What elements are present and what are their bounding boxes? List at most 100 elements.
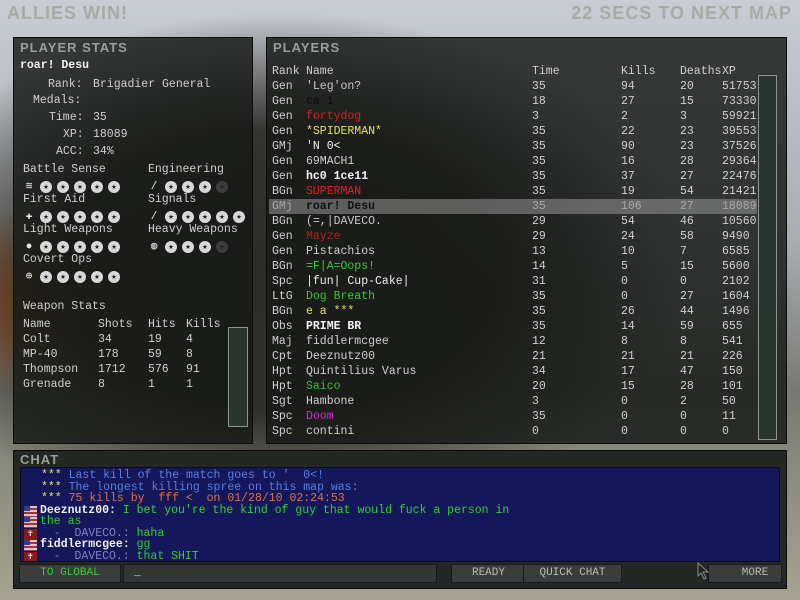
- table-row[interactable]: Obs PRIME BR 35 14 59 655: [269, 319, 757, 334]
- weapon-col-header: Name: [23, 318, 51, 331]
- axis-flag-icon: ✝: [24, 528, 37, 540]
- star-filled-icon: ★: [74, 240, 86, 253]
- weapon-cell: 178: [98, 348, 119, 361]
- player-name: Hambone: [306, 395, 355, 408]
- star-filled-icon: ★: [216, 210, 228, 223]
- star-filled-icon: ★: [91, 240, 103, 253]
- chat-log: *** Last kill of the match goes to ' 0<!…: [20, 467, 780, 562]
- player-kills: 22: [621, 125, 635, 138]
- allies-flag-icon: [24, 517, 37, 528]
- player-kills: 8: [621, 335, 628, 348]
- player-kills: 19: [621, 185, 635, 198]
- player-deaths: 23: [680, 125, 694, 138]
- players-scrollbar[interactable]: [758, 75, 777, 440]
- weapon-stats-scrollbar[interactable]: [228, 327, 248, 427]
- table-row[interactable]: Spc contini 0 0 0 0: [269, 424, 757, 439]
- player-deaths: 15: [680, 95, 694, 108]
- star-filled-icon: ★: [74, 210, 86, 223]
- star-filled-icon: ★: [199, 210, 211, 223]
- player-rank: Hpt: [272, 380, 293, 393]
- table-row[interactable]: Sgt Hambone 3 0 2 50: [269, 394, 757, 409]
- player-rank: Spc: [272, 425, 293, 438]
- table-row-selected[interactable]: GMj roar! Desu 35 106 27 18089: [269, 199, 757, 214]
- table-row[interactable]: BGn e a *** 35 26 44 1496: [269, 304, 757, 319]
- rank-label: Rank:: [48, 78, 83, 91]
- player-deaths: 27: [680, 200, 694, 213]
- player-name: (=,|DAVECO.: [306, 215, 382, 228]
- table-row[interactable]: Gen ca 1 18 27 15 73330: [269, 94, 757, 109]
- table-row[interactable]: Spc Doom 35 0 0 11: [269, 409, 757, 424]
- player-name: PRIME BR: [306, 320, 362, 333]
- chat-text: I bet you're the kind of guy that would …: [122, 503, 510, 517]
- table-row[interactable]: Maj fiddlermcgee 12 8 8 541: [269, 334, 757, 349]
- player-xp: 11: [722, 410, 736, 423]
- player-time: 14: [532, 260, 546, 273]
- star-filled-icon: ★: [91, 180, 103, 193]
- player-xp: 10560: [722, 215, 757, 228]
- more-button[interactable]: MORE: [708, 564, 782, 583]
- table-row[interactable]: Hpt Saico 20 15 28 101: [269, 379, 757, 394]
- player-kills: 0: [621, 425, 628, 438]
- acc-label: ACC:: [56, 145, 84, 158]
- player-xp: 59921: [722, 110, 757, 123]
- player-kills: 54: [621, 215, 635, 228]
- star-filled-icon: ★: [57, 210, 69, 223]
- weapon-cell: Grenade: [23, 378, 72, 391]
- table-row[interactable]: BGn (=,|DAVECO. 29 54 46 10560: [269, 214, 757, 229]
- table-row[interactable]: Spc |fun| Cup-Cake| 31 0 0 2102: [269, 274, 757, 289]
- weapon-stats-title: Weapon Stats: [23, 300, 106, 313]
- player-time: 29: [532, 230, 546, 243]
- player-name: roar! Desu: [306, 200, 376, 213]
- player-stats-panel: PLAYER STATS roar! Desu Rank: Brigadier …: [13, 37, 253, 444]
- star-filled-icon: ★: [57, 270, 69, 283]
- player-time: 3: [532, 110, 539, 123]
- table-row[interactable]: BGn SUPERMAN 35 19 54 21421: [269, 184, 757, 199]
- xp-value: 18089: [93, 128, 128, 141]
- player-kills: 0: [621, 410, 628, 423]
- player-kills: 94: [621, 80, 635, 93]
- player-xp: 2102: [722, 275, 750, 288]
- player-xp: 22476: [722, 170, 757, 183]
- player-rank: Maj: [272, 335, 293, 348]
- player-time: 35: [532, 200, 546, 213]
- table-row[interactable]: GMj 'N 0< 35 90 23 37526: [269, 139, 757, 154]
- player-name: contini: [306, 425, 355, 438]
- table-row[interactable]: Cpt Deeznutz00 21 21 21 226: [269, 349, 757, 364]
- player-kills: 14: [621, 320, 635, 333]
- player-deaths: 0: [680, 275, 687, 288]
- player-xp: 9490: [722, 230, 750, 243]
- table-row[interactable]: Hpt Quintilius Varus 34 17 47 150: [269, 364, 757, 379]
- table-row[interactable]: Gen Pistachios 13 10 7 6585: [269, 244, 757, 259]
- to-global-button[interactable]: TO GLOBAL: [19, 564, 121, 583]
- allies-flag-icon: [24, 505, 37, 517]
- table-row[interactable]: Gen 69MACH1 35 16 28 29364: [269, 154, 757, 169]
- chat-message: - DAVECO.: that SHIT: [40, 550, 199, 561]
- table-row[interactable]: Gen hc0 1ce11 35 37 27 22476: [269, 169, 757, 184]
- table-row[interactable]: Gen *SPIDERMAN* 35 22 23 39553: [269, 124, 757, 139]
- table-row[interactable]: LtG Dog Breath 35 0 27 1604: [269, 289, 757, 304]
- star-filled-icon: ★: [165, 210, 177, 223]
- chat-input[interactable]: _: [123, 564, 437, 583]
- player-kills: 0: [621, 395, 628, 408]
- player-name: Mayze: [306, 230, 341, 243]
- more-label: MORE: [741, 567, 769, 579]
- axis-flag-icon: ✝: [24, 551, 37, 561]
- ready-button[interactable]: READY: [451, 564, 526, 583]
- table-row[interactable]: Gen fortydog 3 2 3 59921: [269, 109, 757, 124]
- player-xp: 50: [722, 395, 736, 408]
- table-row[interactable]: Gen 'Leg'on? 35 94 20 51753: [269, 79, 757, 94]
- player-time: 35: [532, 320, 546, 333]
- star-filled-icon: ★: [199, 240, 211, 253]
- table-row[interactable]: Gen Mayze 29 24 58 9490: [269, 229, 757, 244]
- skill-label: Signals: [148, 193, 197, 206]
- player-name: *SPIDERMAN*: [306, 125, 382, 138]
- player-name: e a ***: [306, 305, 355, 318]
- player-deaths: 3: [680, 110, 687, 123]
- quick-chat-button[interactable]: QUICK CHAT: [523, 564, 622, 583]
- player-time: 35: [532, 305, 546, 318]
- star-filled-icon: ★: [165, 240, 177, 253]
- table-row[interactable]: BGn =F|A=Oops! 14 5 15 5600: [269, 259, 757, 274]
- player-kills: 26: [621, 305, 635, 318]
- player-rank: GMj: [272, 140, 293, 153]
- players-col-header: XP: [722, 65, 736, 78]
